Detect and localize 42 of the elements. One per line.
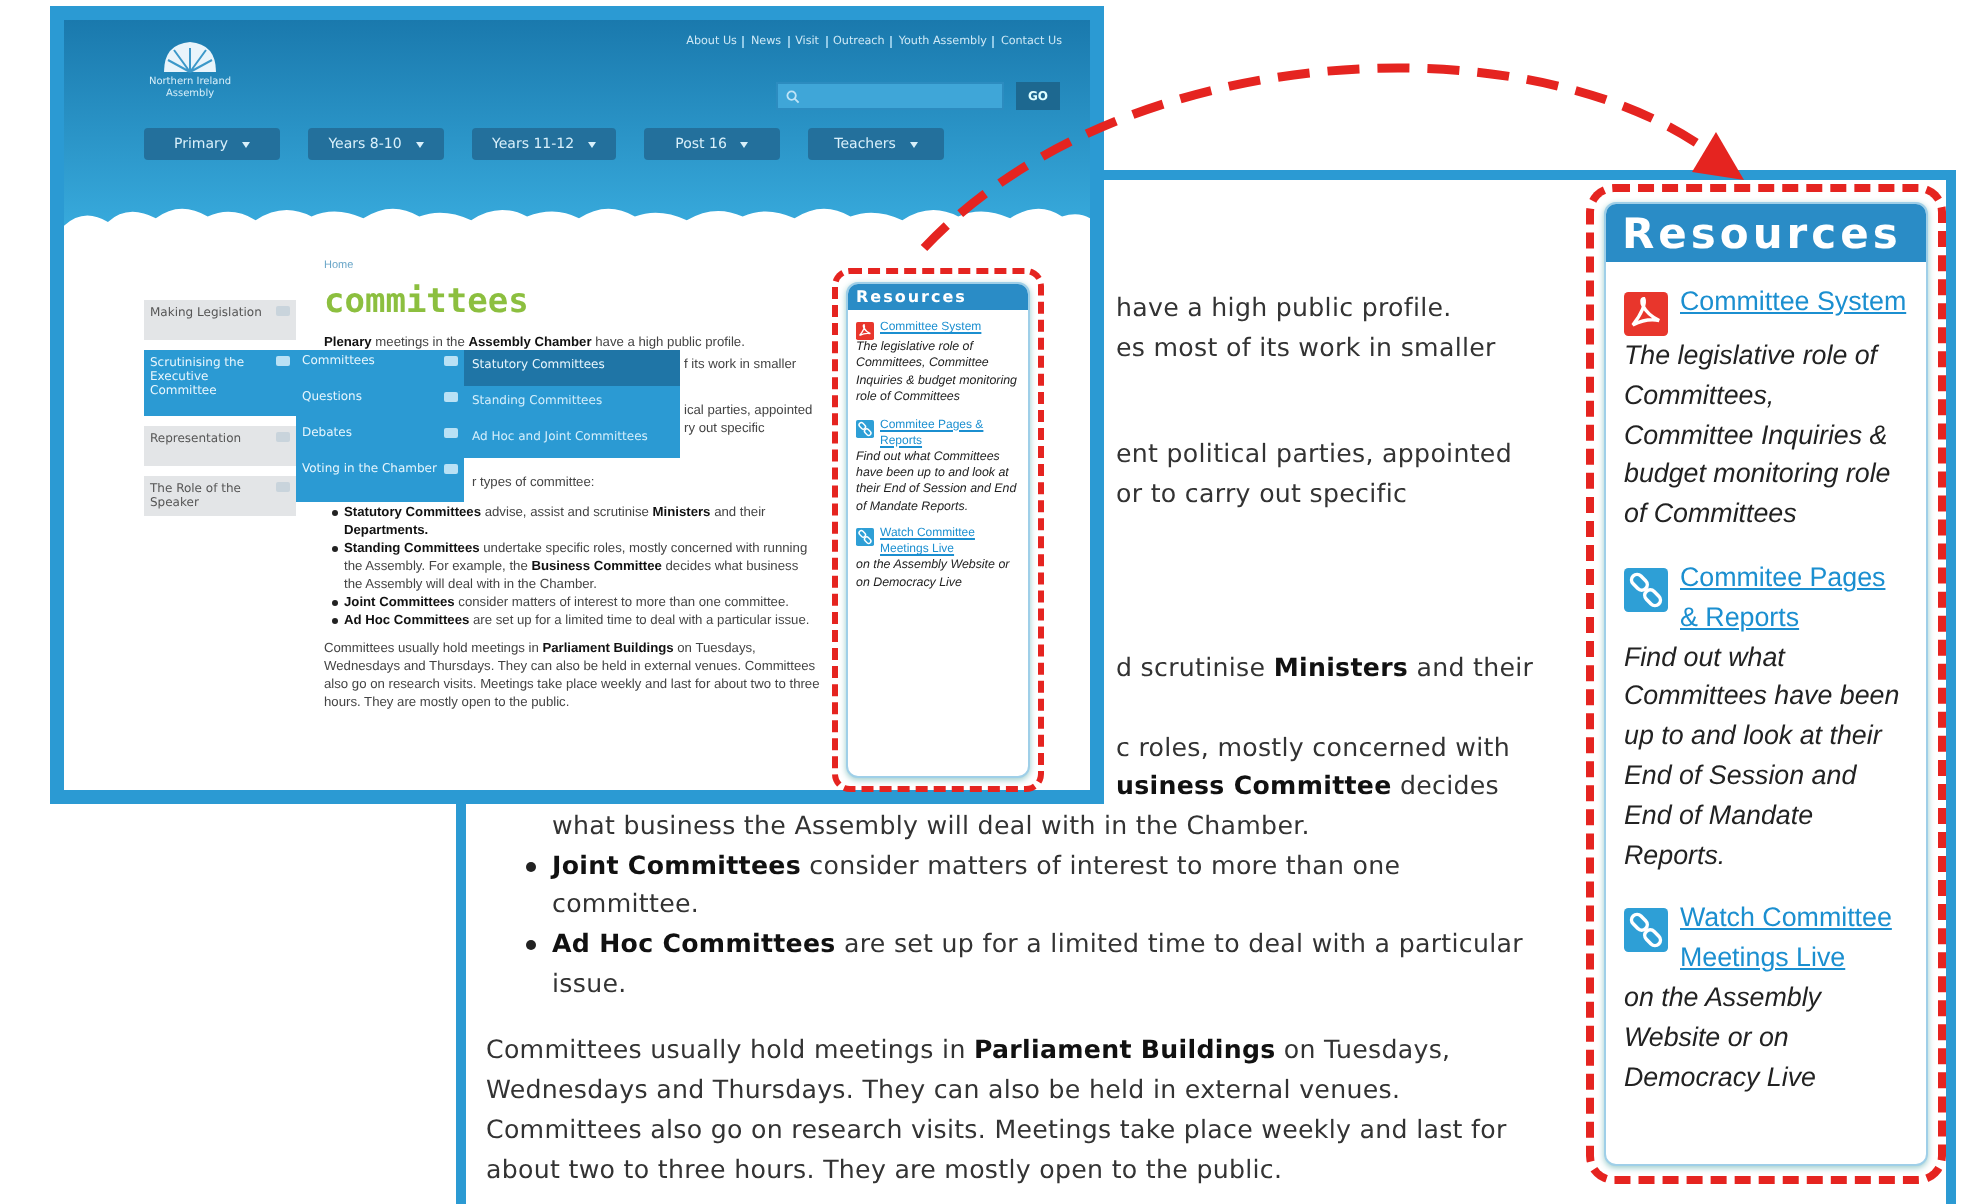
- chevron-icon: [276, 356, 290, 366]
- page-title: committees: [324, 282, 529, 324]
- search-field[interactable]: [775, 82, 1004, 110]
- caret-icon: [740, 141, 749, 147]
- chevron-icon: [444, 428, 458, 438]
- caret-icon: [242, 141, 251, 147]
- bullet-item: Joint Committees consider matters of interest to more than one committee.: [486, 845, 1536, 925]
- chevron-icon: [276, 482, 290, 492]
- chevron-icon: [444, 464, 458, 474]
- body-text: have a high public profile.: [1116, 290, 1452, 326]
- body-text: what business the Assembly will deal with in the Chamber.: [550, 807, 1312, 844]
- resources-heading: Resources: [848, 284, 1028, 310]
- chain-link-icon: [856, 419, 874, 438]
- chain-link-icon: [856, 528, 874, 547]
- resource-link[interactable]: Commitee Pages & Reports: [1680, 557, 1910, 638]
- logo-icon: [160, 36, 220, 76]
- resource-link[interactable]: Watch Committee Meetings Live: [1680, 898, 1910, 978]
- chevron-icon: [444, 356, 458, 366]
- chevron-icon: [276, 306, 290, 316]
- body-text: Committees usually hold meetings in Parliament Buildings on Tuesdays, Wednesdays and Thursdays. They can also be held in external venues. Committees also go on research visits. Meetings take place weekly and last for about two to three hours. They are mostly open to the public.: [486, 1032, 1509, 1188]
- caret-icon: [415, 141, 424, 147]
- resource-link[interactable]: Committee System: [1680, 282, 1907, 322]
- search-icon: [785, 89, 800, 103]
- body-text: es most of its work in smaller: [1116, 329, 1496, 366]
- chevron-icon: [444, 392, 458, 402]
- resource-description: Find out what Committees have been up to and look at their End of Session and End of Mandate Reports.: [1624, 639, 1902, 874]
- chevron-icon: [276, 432, 290, 442]
- chain-link-icon: [1624, 567, 1668, 612]
- pdf-icon: [856, 322, 874, 340]
- pdf-icon: [1624, 292, 1668, 336]
- body-text: c roles, mostly concerned with: [1116, 729, 1510, 766]
- caret-icon: [909, 141, 918, 147]
- body-text: or to carry out specific: [1116, 476, 1408, 513]
- chain-link-icon: [1624, 908, 1668, 953]
- resource-description: on the Assembly Website or on Democracy Live: [1624, 979, 1824, 1096]
- resources-heading: Resources: [1606, 204, 1926, 262]
- body-text: d scrutinise Ministers and their: [1116, 649, 1534, 686]
- body-text: usiness Committee decides: [1116, 768, 1499, 805]
- caret-icon: [588, 141, 597, 147]
- bullet-item: Ad Hoc Committees are set up for a limited time to deal with a particular issue.: [486, 924, 1536, 1003]
- resource-description: The legislative role of Committees, Committee Inquiries & budget monitoring role of Committees: [1624, 338, 1893, 533]
- body-text: ent political parties, appointed: [1116, 436, 1512, 473]
